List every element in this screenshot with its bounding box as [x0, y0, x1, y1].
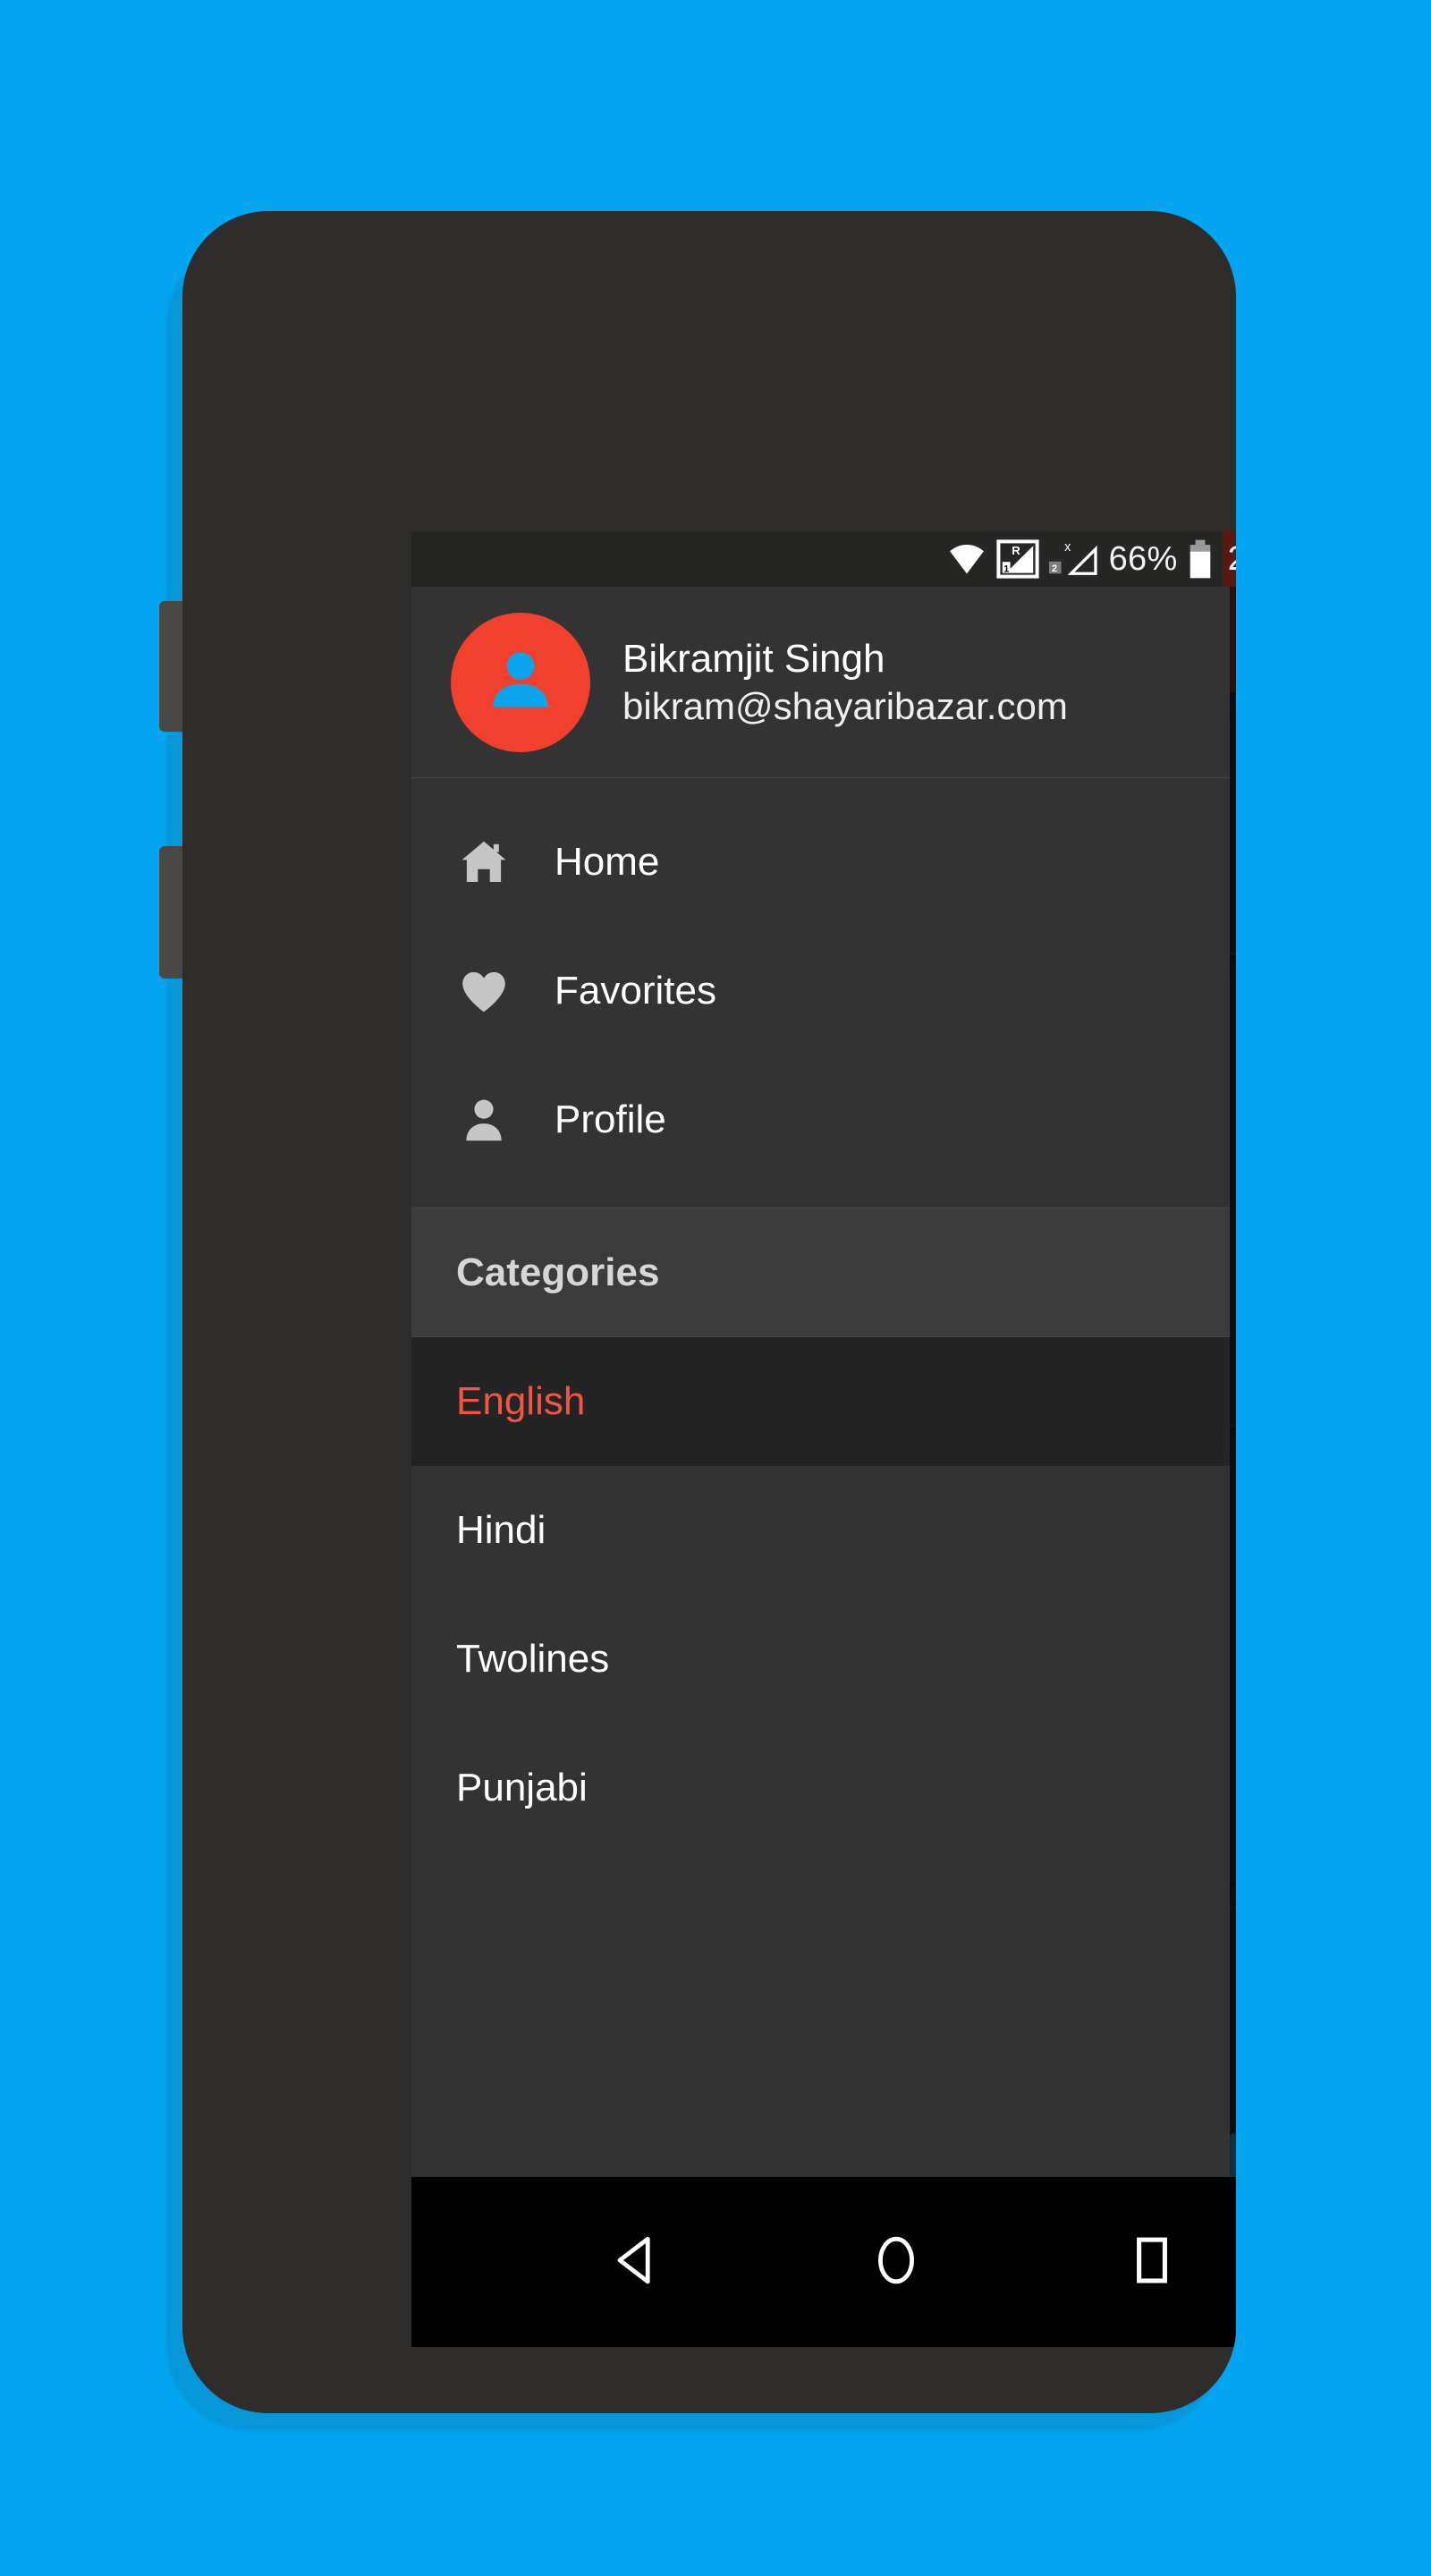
sidebar-item-favorites[interactable]: Favorites — [411, 927, 1230, 1055]
volume-up-button[interactable] — [159, 601, 182, 732]
account-email: bikram@shayaribazar.com — [622, 684, 1068, 727]
category-label: English — [456, 1379, 586, 1423]
sidebar-item-label: Favorites — [555, 969, 716, 1013]
section-title: Categories — [456, 1250, 660, 1294]
status-bar: R 1 2 x 66% — [411, 531, 1236, 587]
screenshot-canvas: ye ai, — [0, 0, 1431, 2576]
sidebar-item-punjabi[interactable]: Punjabi — [411, 1724, 1230, 1852]
svg-text:2: 2 — [1052, 564, 1057, 574]
sidebar-item-home[interactable]: Home — [411, 798, 1230, 927]
svg-text:1: 1 — [1003, 564, 1009, 574]
clock-area: 2:53 AM — [1222, 531, 1236, 587]
sidebar-item-english[interactable]: English — [411, 1337, 1230, 1466]
battery-icon — [1187, 538, 1214, 580]
phone-screen: ye ai, — [411, 531, 1236, 2347]
sidebar-item-label: Home — [555, 840, 660, 884]
circle-home-icon[interactable] — [866, 2230, 927, 2295]
sidebar-item-profile[interactable]: Profile — [411, 1055, 1230, 1184]
drawer-account-header[interactable]: Bikramjit Singh bikram@shayaribazar.com — [411, 587, 1230, 778]
person-avatar-icon — [479, 639, 562, 725]
sidebar-item-label: Profile — [555, 1097, 666, 1141]
drawer-primary-nav: Home Favorites Profile — [411, 778, 1230, 1208]
svg-text:R: R — [1012, 544, 1020, 557]
triangle-back-icon[interactable] — [608, 2230, 669, 2295]
category-label: Twolines — [456, 1637, 610, 1681]
wifi-icon — [946, 541, 987, 577]
battery-percent-label: 66% — [1108, 539, 1178, 578]
svg-text:x: x — [1064, 540, 1071, 555]
square-recents-icon[interactable] — [1123, 2232, 1181, 2293]
sidebar-item-twolines[interactable]: Twolines — [411, 1595, 1230, 1724]
signal-no-service-sim2-icon: 2 x — [1048, 539, 1100, 579]
sidebar-item-hindi[interactable]: Hindi — [411, 1466, 1230, 1595]
status-clock: 2:53 AM — [1228, 540, 1236, 579]
volume-down-button[interactable] — [159, 846, 182, 979]
navigation-drawer: Bikramjit Singh bikram@shayaribazar.com … — [411, 587, 1230, 2177]
phone-body: ye ai, — [182, 211, 1236, 2413]
avatar[interactable] — [451, 612, 590, 752]
drawer-empty-space — [411, 1852, 1230, 2177]
heart-icon — [456, 963, 555, 1019]
category-label: Punjabi — [456, 1766, 588, 1809]
person-icon — [456, 1092, 555, 1148]
account-info: Bikramjit Singh bikram@shayaribazar.com — [622, 637, 1068, 728]
account-name: Bikramjit Singh — [622, 636, 885, 681]
signal-roaming-sim1-icon: R 1 — [996, 539, 1039, 579]
categories-section-header: Categories — [411, 1208, 1230, 1337]
category-label: Hindi — [456, 1508, 546, 1552]
home-icon — [456, 835, 555, 890]
system-navigation-bar — [411, 2177, 1236, 2347]
